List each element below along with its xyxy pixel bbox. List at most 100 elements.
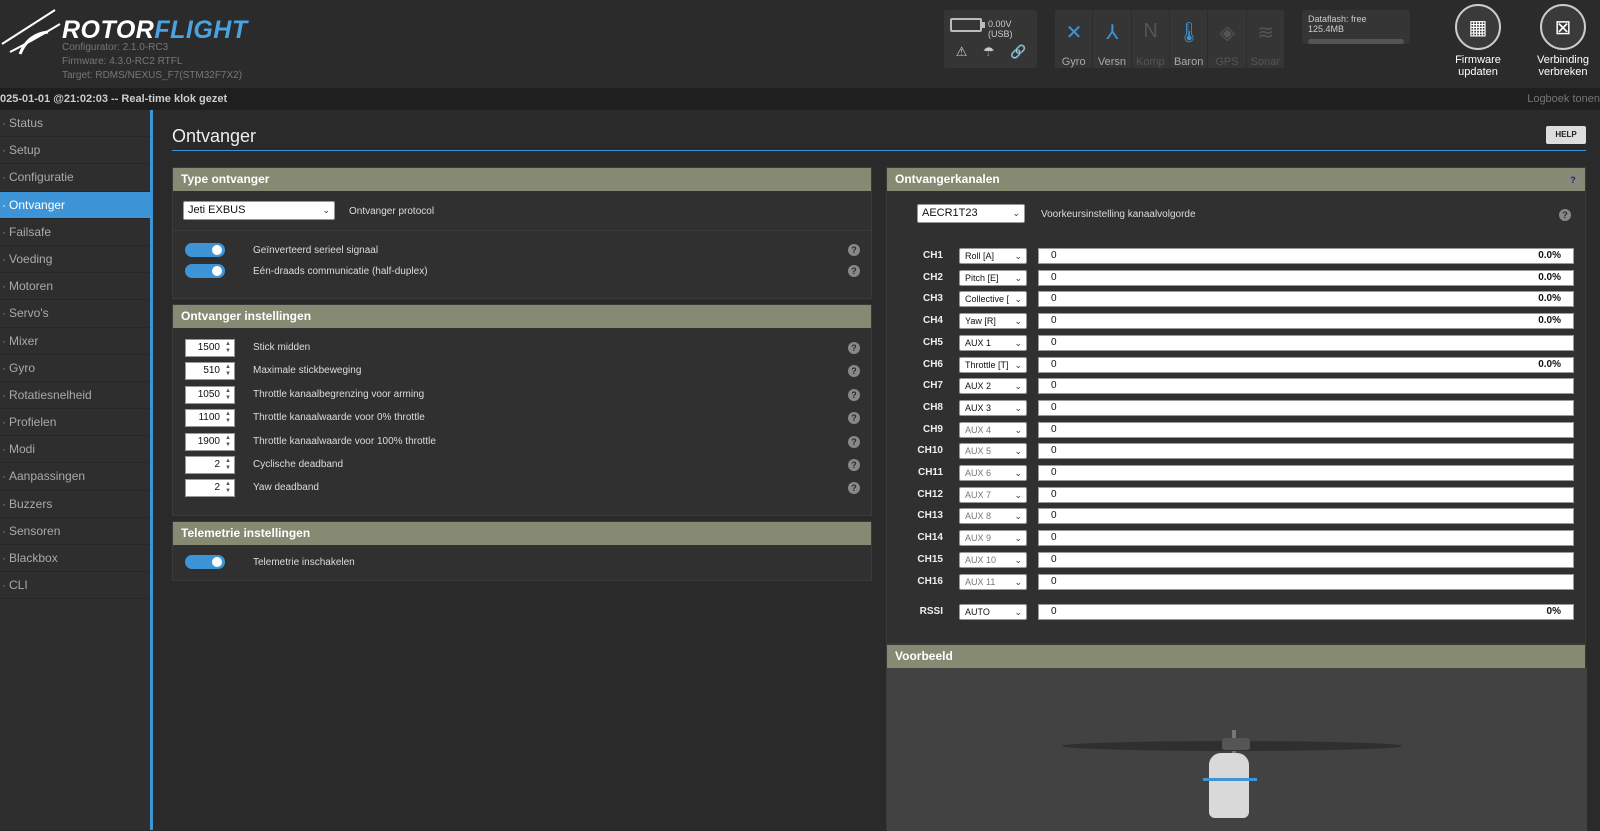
accelerometer-icon: ⅄	[1106, 22, 1119, 44]
power-icon: ·	[2, 251, 6, 266]
chevron-down-icon: ⌄	[1014, 446, 1022, 457]
sensor-baron: 🌡 Baron	[1169, 10, 1208, 68]
sonar-icon: ≋	[1257, 22, 1275, 44]
channel-map-select[interactable]: AUX 4 ⌄	[959, 421, 1027, 438]
sidebar-item-aanpassingen[interactable]: · Aanpassingen	[0, 463, 150, 491]
spinner-icon[interactable]: ▲ ▼	[223, 364, 233, 378]
servo-icon: ·	[2, 306, 6, 321]
spinner-icon[interactable]: ▲ ▼	[223, 341, 233, 355]
help-icon[interactable]: ?	[848, 244, 860, 256]
sidebar-item-sensoren[interactable]: · Sensoren	[0, 518, 150, 545]
sidebar-item-setup[interactable]: · Setup	[0, 137, 150, 165]
warning-icon: ⚠	[955, 44, 968, 59]
spinner-icon[interactable]: ▲ ▼	[223, 435, 233, 449]
sidebar-item-rotatiesnelheid[interactable]: · Rotatiesnelheid	[0, 382, 150, 410]
show-log-link[interactable]: Logboek tonen	[1527, 88, 1600, 110]
channel-order-value: AECR1T23	[922, 207, 978, 219]
sidebar-item-failsafe[interactable]: · Failsafe	[0, 219, 150, 246]
voltage-readout: 0.00V (USB)	[988, 19, 1013, 39]
channel-value-bar: 0 0.0%	[1038, 356, 1574, 373]
channel-map-select[interactable]: AUX 10 ⌄	[959, 551, 1027, 568]
sidebar-item-voeding[interactable]: · Voeding	[0, 246, 150, 274]
setting-number-input[interactable]: 1050 ▲ ▼	[185, 385, 235, 404]
setting-number-input[interactable]: 1100 ▲ ▼	[185, 409, 235, 428]
channel-map-select[interactable]: AUX 6 ⌄	[959, 465, 1027, 481]
sensor-label: Versn	[1097, 56, 1127, 68]
help-icon[interactable]: ?	[1559, 209, 1571, 221]
setting-number-input[interactable]: 2 ▲ ▼	[185, 479, 235, 498]
channel-map-select[interactable]: AUTO ⌄	[959, 604, 1027, 620]
channel-value: 0	[1051, 532, 1057, 544]
sensor-gps: ◈ GPS	[1208, 10, 1246, 68]
channel-map-select[interactable]: Roll [A] ⌄	[959, 248, 1027, 264]
channel-map-value: Throttle [T]	[965, 359, 1009, 370]
sidebar-item-servo-s[interactable]: · Servo's	[0, 300, 150, 328]
setting-number-input[interactable]: 1900 ▲ ▼	[185, 432, 235, 451]
channel-label: CH13	[917, 510, 943, 522]
sidebar-item-modi[interactable]: · Modi	[0, 436, 150, 464]
half-duplex-toggle[interactable]	[185, 264, 225, 278]
help-icon[interactable]: ?	[848, 342, 860, 354]
receiver-channels-header: Ontvangerkanalen ?	[887, 168, 1585, 191]
sidebar-item-mixer[interactable]: · Mixer	[0, 328, 150, 355]
sidebar-item-cli[interactable]: · CLI	[0, 572, 150, 600]
channel-map-select[interactable]: AUX 1 ⌄	[959, 334, 1027, 351]
heli-stripe	[1203, 778, 1257, 781]
receiver-type-header: Type ontvanger	[173, 168, 871, 191]
channel-value-bar: 0 0.0%	[1038, 313, 1574, 330]
sidebar-item-motoren[interactable]: · Motoren	[0, 273, 150, 301]
channel-map-select[interactable]: Pitch [E] ⌄	[959, 269, 1027, 286]
channel-map-select[interactable]: AUX 11 ⌄	[959, 573, 1027, 590]
setting-value: 1050	[197, 388, 220, 400]
channel-map-select[interactable]: AUX 5 ⌄	[959, 443, 1027, 460]
spinner-icon[interactable]: ▲ ▼	[223, 481, 233, 495]
channel-map-select[interactable]: AUX 2 ⌄	[959, 378, 1027, 395]
channel-map-select[interactable]: AUX 8 ⌄	[959, 508, 1027, 525]
channel-map-select[interactable]: Yaw [R] ⌄	[959, 313, 1027, 330]
spinner-icon[interactable]: ▲ ▼	[223, 388, 233, 402]
sidebar-item-buzzers[interactable]: · Buzzers	[0, 491, 150, 518]
telemetry-header: Telemetrie instellingen	[173, 522, 871, 545]
channel-map-select[interactable]: AUX 3 ⌄	[959, 399, 1027, 416]
page-title: Ontvanger	[172, 126, 257, 146]
channel-map-select[interactable]: Collective [⌄	[959, 291, 1027, 308]
model-preview[interactable]	[887, 668, 1587, 831]
help-icon[interactable]: ?	[1567, 174, 1579, 186]
telemetry-toggle[interactable]	[185, 555, 225, 569]
connection-status: 0.00V (USB) ⚠ ☂ 🔗	[944, 10, 1037, 68]
spinner-icon[interactable]: ▲ ▼	[223, 458, 233, 472]
help-icon[interactable]: ?	[848, 365, 860, 378]
help-icon[interactable]: ?	[848, 435, 860, 448]
channel-value-bar: 0	[1038, 508, 1574, 525]
receiver-protocol-select[interactable]: Jeti EXBUS ⌄	[183, 201, 335, 220]
sensor-label: Baron	[1173, 56, 1204, 68]
help-button[interactable]: HELP	[1546, 126, 1586, 144]
help-icon[interactable]: ?	[848, 412, 860, 425]
rotorflight-logo: ROTORFLIGHT Configurator: 2.1.0-RC3 Firm…	[0, 2, 250, 86]
channel-label: RSSI	[919, 606, 943, 617]
setting-number-input[interactable]: 1500 ▲ ▼	[185, 339, 235, 357]
setting-number-input[interactable]: 510 ▲ ▼	[185, 362, 235, 381]
disconnect-button[interactable]: ⊠ Verbinding verbreken	[1524, 4, 1600, 78]
sidebar-item-blackbox[interactable]: · Blackbox	[0, 545, 150, 573]
channel-map-select[interactable]: AUX 9 ⌄	[959, 530, 1027, 547]
help-icon[interactable]: ?	[848, 459, 860, 471]
channel-map-select[interactable]: AUX 7 ⌄	[959, 486, 1027, 503]
inverted-serial-toggle[interactable]	[185, 243, 225, 257]
spinner-icon[interactable]: ▲ ▼	[223, 411, 233, 425]
firmware-update-button[interactable]: ▦ Firmware updaten	[1439, 4, 1517, 78]
sidebar-item-gyro[interactable]: · Gyro	[0, 355, 150, 382]
setting-number-input[interactable]: 2 ▲ ▼	[185, 456, 235, 474]
channel-order-select[interactable]: AECR1T23 ⌄	[917, 204, 1025, 223]
sidebar-item-profielen[interactable]: · Profielen	[0, 409, 150, 437]
sidebar-item-configuratie[interactable]: · Configuratie	[0, 164, 150, 192]
channel-map-select[interactable]: Throttle [T] ⌄	[959, 356, 1027, 373]
channel-map-value: AUX 4	[965, 424, 992, 435]
setting-label: Cyclische deadband	[253, 459, 344, 470]
help-icon[interactable]: ?	[848, 482, 860, 495]
sidebar-item-ontvanger[interactable]: · Ontvanger	[0, 191, 150, 219]
sidebar-item-status[interactable]: · Status	[0, 110, 150, 138]
help-icon[interactable]: ?	[848, 388, 860, 401]
status-icon: ·	[2, 116, 6, 130]
help-icon[interactable]: ?	[848, 265, 860, 277]
